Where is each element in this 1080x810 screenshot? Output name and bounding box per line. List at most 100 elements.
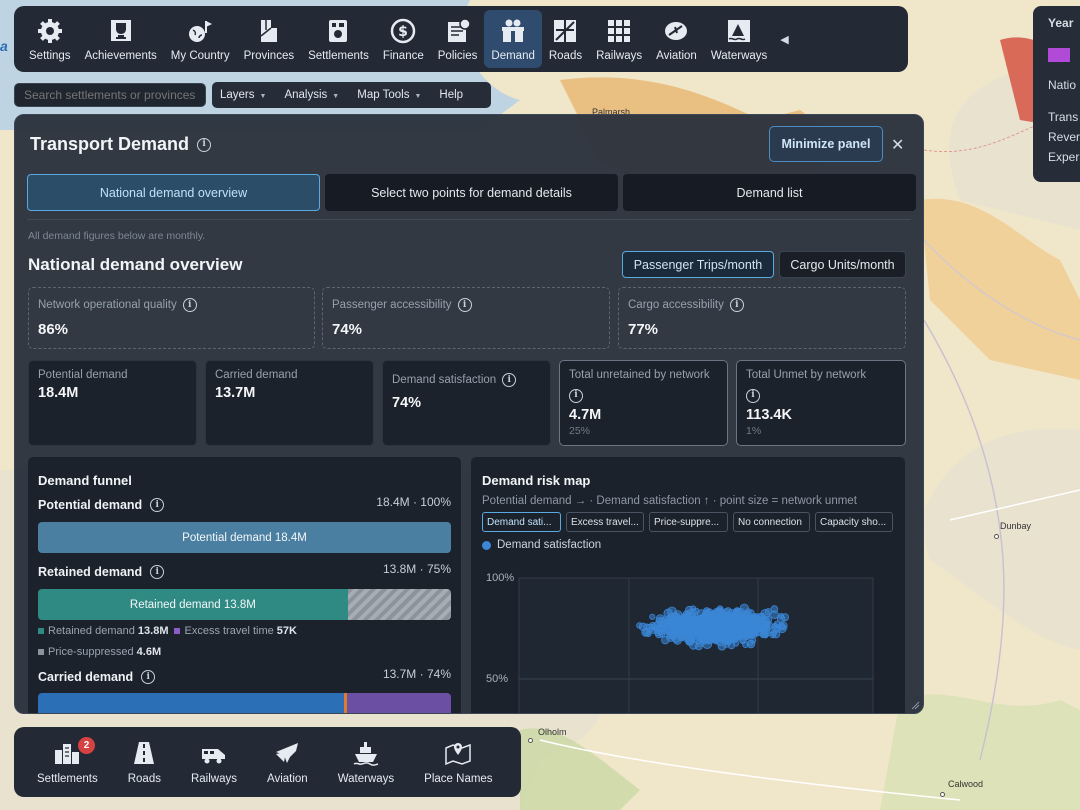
scatter-point[interactable] <box>739 603 749 613</box>
menu-help[interactable]: Help <box>439 89 463 101</box>
close-icon[interactable]: ✕ <box>891 135 904 155</box>
info-icon[interactable]: i <box>746 388 760 403</box>
toolbar-waterways[interactable]: Waterways <box>704 10 774 68</box>
toolbar-label: Settings <box>29 49 71 62</box>
chip-excess-travel[interactable]: Excess travel... <box>566 512 644 532</box>
place-names-toggle[interactable]: Place Names <box>409 732 507 792</box>
scatter-point[interactable] <box>670 633 677 641</box>
tab-select-two-points[interactable]: Select two points for demand details <box>325 174 618 211</box>
scatter-point[interactable] <box>752 614 761 623</box>
chip-no-connection[interactable]: No connection <box>733 512 810 532</box>
scatter-point[interactable] <box>673 610 683 620</box>
info-icon[interactable]: i <box>141 670 156 684</box>
build-railways[interactable]: Railways <box>176 732 252 792</box>
tab-national-overview[interactable]: National demand overview <box>27 174 320 211</box>
scatter-point[interactable] <box>689 620 698 628</box>
scatter-point[interactable] <box>764 608 773 616</box>
scatter-point[interactable] <box>764 630 771 637</box>
scatter-point[interactable] <box>751 627 760 636</box>
toolbar-achievements[interactable]: Achievements <box>78 10 164 68</box>
info-icon[interactable]: i <box>150 498 165 512</box>
build-label: Place Names <box>424 773 493 785</box>
scatter-point[interactable] <box>636 622 643 629</box>
cargo-accessibility-card: Cargo accessibility i 77% <box>618 287 906 349</box>
card-label: Network operational quality <box>38 299 177 311</box>
toolbar-finance[interactable]: $ Finance <box>376 10 431 68</box>
build-aviation[interactable]: Aviation <box>252 732 323 792</box>
info-icon[interactable]: i <box>150 565 165 579</box>
funnel-stage-label: Retained demand i <box>38 565 165 579</box>
scatter-point[interactable] <box>649 613 656 620</box>
scatter-point[interactable] <box>746 639 754 647</box>
scatter-point[interactable] <box>717 641 727 651</box>
funnel-bar-carried[interactable] <box>38 693 451 713</box>
info-icon[interactable]: i <box>457 298 472 312</box>
build-toolbar: Settlements 2 Roads Railways Aviation Wa… <box>14 727 521 797</box>
toolbar-settings[interactable]: Settings <box>22 10 78 68</box>
menu-map-tools[interactable]: Map Tools ▼ <box>357 89 421 101</box>
place-marker[interactable] <box>994 534 999 539</box>
chip-demand-satisfaction[interactable]: Demand sati... <box>482 512 561 532</box>
toolbar-roads[interactable]: Roads <box>542 10 589 68</box>
info-icon[interactable]: i <box>569 388 583 403</box>
stage-name: Retained demand <box>38 565 143 579</box>
scatter-point[interactable] <box>701 617 708 625</box>
tab-demand-list[interactable]: Demand list <box>623 174 916 211</box>
funnel-bar-potential[interactable]: Potential demand 18.4M <box>38 522 451 553</box>
collapse-toolbar-icon[interactable]: ◀ <box>780 33 788 46</box>
scatter-point[interactable] <box>655 617 663 625</box>
scatter-point[interactable] <box>778 612 785 619</box>
legend-swatch <box>38 649 44 655</box>
resize-handle-icon[interactable] <box>910 700 920 710</box>
scatter-point[interactable] <box>770 629 778 637</box>
year-color-swatch[interactable] <box>1048 48 1070 62</box>
scatter-point[interactable] <box>715 624 722 631</box>
toggle-cargo-units[interactable]: Cargo Units/month <box>779 251 906 278</box>
right-panel-row: Natio <box>1048 78 1077 92</box>
scatter-point[interactable] <box>718 612 727 622</box>
scatter-point[interactable] <box>700 636 709 645</box>
scatter-point[interactable] <box>722 624 729 631</box>
toolbar-my-country[interactable]: My Country <box>164 10 237 68</box>
info-icon[interactable]: i <box>197 137 212 152</box>
menu-layers[interactable]: Layers ▼ <box>220 89 266 101</box>
build-settlements[interactable]: Settlements 2 <box>22 732 113 792</box>
right-panel-row: Trans <box>1048 110 1079 124</box>
info-icon[interactable]: i <box>182 298 197 312</box>
toolbar-settlements[interactable]: Settlements <box>301 10 376 68</box>
scatter-point[interactable] <box>690 605 697 612</box>
scatter-point[interactable] <box>667 624 676 633</box>
chip-capacity-shortage[interactable]: Capacity sho... <box>815 512 893 532</box>
scatter-point[interactable] <box>763 621 774 631</box>
toolbar-provinces[interactable]: Provinces <box>237 10 302 68</box>
toolbar-railways[interactable]: Railways <box>589 10 649 68</box>
menu-analysis[interactable]: Analysis ▼ <box>284 89 339 101</box>
info-icon[interactable]: i <box>502 373 517 387</box>
place-marker[interactable] <box>940 792 945 797</box>
toolbar-label: Railways <box>596 49 643 62</box>
toolbar-demand[interactable]: Demand <box>484 10 542 68</box>
potential-demand-card: Potential demand 18.4M <box>28 360 197 446</box>
toggle-passenger-trips[interactable]: Passenger Trips/month <box>622 251 774 278</box>
place-marker[interactable] <box>528 738 533 743</box>
info-icon[interactable]: i <box>729 298 744 312</box>
scatter-point[interactable] <box>731 633 741 642</box>
chip-price-suppressed[interactable]: Price-suppre... <box>649 512 728 532</box>
scatter-point[interactable] <box>736 619 744 627</box>
scatter-point[interactable] <box>684 628 691 635</box>
funnel-bar-retained[interactable]: Retained demand 13.8M <box>38 589 451 620</box>
toolbar-aviation[interactable]: Aviation <box>649 10 704 68</box>
scatter-point[interactable] <box>682 617 690 626</box>
scatter-point[interactable] <box>661 635 670 645</box>
scatter-point[interactable] <box>685 633 693 640</box>
toolbar-policies[interactable]: Policies <box>431 10 485 68</box>
minimize-panel-button[interactable]: Minimize panel <box>769 126 883 162</box>
scatter-point[interactable] <box>777 624 787 634</box>
build-roads[interactable]: Roads <box>113 732 176 792</box>
scatter-point[interactable] <box>734 607 741 614</box>
search-input[interactable] <box>14 83 206 107</box>
build-waterways[interactable]: Waterways <box>323 732 409 792</box>
build-label: Railways <box>190 773 237 785</box>
scatter-point[interactable] <box>642 627 651 636</box>
scatter-point[interactable] <box>654 629 664 639</box>
